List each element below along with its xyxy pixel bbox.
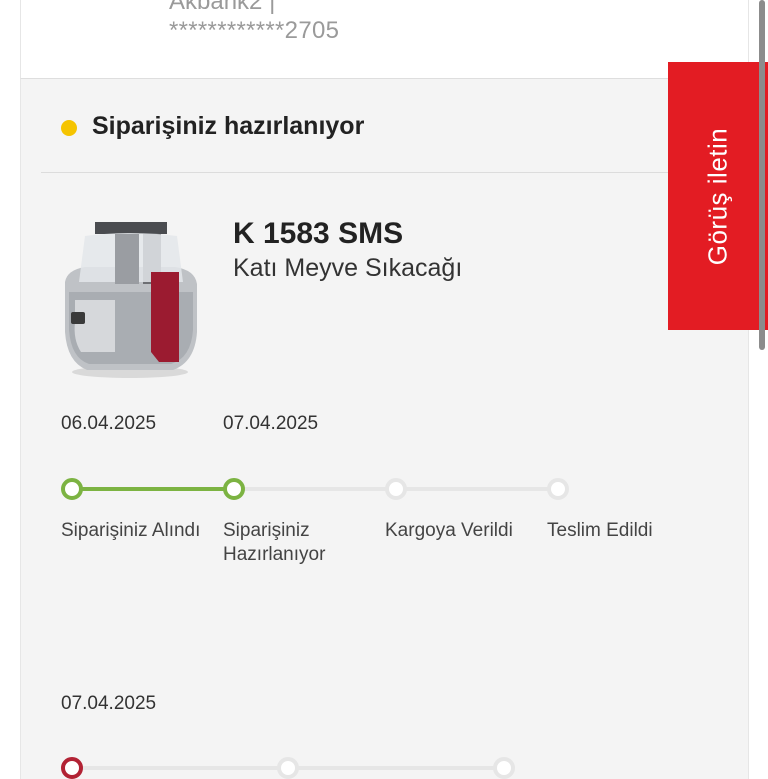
step-circle-shipped bbox=[385, 478, 407, 500]
card-number: ************2705 bbox=[169, 17, 340, 44]
step-circle-delivered bbox=[547, 478, 569, 500]
step-label-received: Siparişiniz Alındı bbox=[61, 520, 201, 541]
step-label-delivered: Teslim Edildi bbox=[547, 520, 653, 541]
step-label-shipped: Kargoya Verildi bbox=[385, 520, 513, 541]
step-date-2: 07.04.2025 bbox=[223, 413, 319, 434]
step-circle-second-2 bbox=[277, 757, 299, 779]
order-status-title: Siparişiniz hazırlanıyor bbox=[92, 112, 365, 140]
divider bbox=[41, 172, 748, 173]
product-code[interactable]: K 1583 SMS bbox=[233, 217, 403, 251]
step-label-preparing: Siparişiniz Hazırlanıyor bbox=[223, 520, 326, 565]
step-circle-second-1 bbox=[61, 757, 83, 779]
bank-name: Akbank2 | bbox=[169, 0, 276, 15]
feedback-label: Görüş iletin bbox=[702, 127, 733, 265]
payment-card-section: Akbank2 | ************2705 bbox=[20, 0, 749, 78]
step-circle-preparing bbox=[223, 478, 245, 500]
step-circle-received bbox=[61, 478, 83, 500]
juicer-product-image[interactable] bbox=[55, 212, 205, 384]
step-circle-second-3 bbox=[493, 757, 515, 779]
product-name[interactable]: Katı Meyve Sıkacağı bbox=[233, 254, 462, 283]
step-date-second: 07.04.2025 bbox=[61, 693, 157, 714]
step-date-1: 06.04.2025 bbox=[61, 413, 157, 434]
order-panel: Siparişiniz hazırlanıyor K 1583 SMS Katı… bbox=[20, 78, 749, 779]
progress-line-done bbox=[72, 487, 234, 491]
scrollbar[interactable] bbox=[759, 0, 765, 350]
feedback-button[interactable]: Görüş iletin bbox=[668, 62, 768, 330]
status-indicator-dot bbox=[61, 120, 77, 136]
